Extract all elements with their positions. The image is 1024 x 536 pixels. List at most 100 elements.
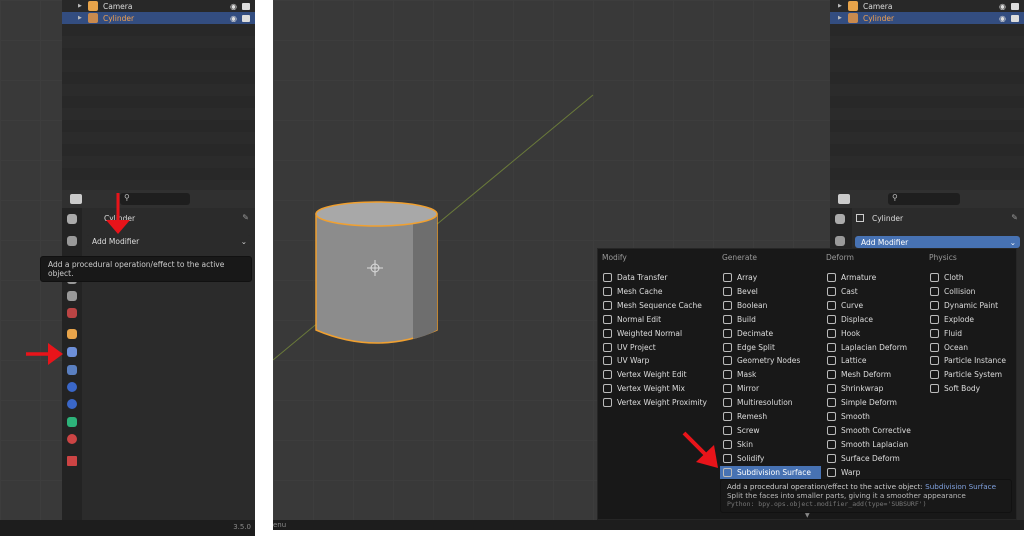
menu-item-weighted-normal[interactable]: Weighted Normal [600,327,682,340]
expand-icon[interactable]: ▶ [78,3,84,9]
menu-item-fluid[interactable]: Fluid [927,327,962,340]
object-icon[interactable] [67,329,77,339]
menu-item-label: Multiresolution [737,398,793,408]
menu-item-smooth-corrective[interactable]: Smooth Corrective [824,424,911,437]
menu-item-mask[interactable]: Mask [720,368,756,381]
menu-item-label: Decimate [737,328,774,338]
menu-item-mesh-deform[interactable]: Mesh Deform [824,368,891,381]
editor-type-icon[interactable] [838,194,850,204]
menu-item-decimate[interactable]: Decimate [720,327,773,340]
menu-item-vertex-weight-proximity[interactable]: Vertex Weight Proximity [600,396,707,409]
menu-item-uv-warp[interactable]: UV Warp [600,354,649,367]
menu-item-ocean[interactable]: Ocean [927,341,968,354]
menu-item-hook[interactable]: Hook [824,327,860,340]
menu-item-dynamic-paint[interactable]: Dynamic Paint [927,299,998,312]
eye-icon[interactable]: ◉ [999,2,1006,11]
expand-icon[interactable]: ▶ [78,15,84,21]
menu-item-displace[interactable]: Displace [824,313,873,326]
eye-icon[interactable]: ◉ [999,14,1006,23]
menu-item-uv-project[interactable]: UV Project [600,341,656,354]
menu-item-explode[interactable]: Explode [927,313,974,326]
menu-item-cloth[interactable]: Cloth [927,271,964,284]
outliner-item-cylinder[interactable]: ▶ Cylinder ◉ [62,12,255,24]
pin-icon[interactable]: ✎ [242,213,249,222]
view-layer-icon[interactable] [67,291,77,301]
search-field[interactable]: ⚲ [888,193,960,205]
menu-item-bevel[interactable]: Bevel [720,285,758,298]
menu-item-particle-system[interactable]: Particle System [927,368,1002,381]
render-tab-icon[interactable] [67,236,77,246]
menu-item-label: Vertex Weight Proximity [617,398,707,408]
particles-icon[interactable] [67,365,77,375]
menu-item-vertex-weight-edit[interactable]: Vertex Weight Edit [600,368,687,381]
outliner-item-cylinder[interactable]: ▶ Cylinder ◉ [830,12,1024,24]
outliner-item-camera[interactable]: ▶ Camera ◉ [830,0,1024,12]
menu-item-multiresolution[interactable]: Multiresolution [720,396,793,409]
tool-icon[interactable] [67,214,77,224]
menu-item-boolean[interactable]: Boolean [720,299,767,312]
menu-item-lattice[interactable]: Lattice [824,354,866,367]
menu-item-mesh-cache[interactable]: Mesh Cache [600,285,662,298]
tooltip-description: Split the faces into smaller parts, givi… [727,491,966,500]
menu-item-label: Mesh Deform [841,370,892,380]
menu-item-solidify[interactable]: Solidify [720,452,764,465]
modifier-icon [723,314,732,324]
physics-icon[interactable] [67,382,77,392]
menu-item-normal-edit[interactable]: Normal Edit [600,313,661,326]
render-icon[interactable] [1011,2,1019,10]
eye-icon[interactable]: ◉ [230,2,237,11]
menu-item-data-transfer[interactable]: Data Transfer [600,271,667,284]
add-modifier-label: Add Modifier [861,237,909,247]
menu-item-geometry-nodes[interactable]: Geometry Nodes [720,354,800,367]
menu-item-curve[interactable]: Curve [824,299,863,312]
wrench-modifier-icon[interactable] [67,347,77,357]
menu-item-mesh-sequence-cache[interactable]: Mesh Sequence Cache [600,299,702,312]
menu-item-edge-split[interactable]: Edge Split [720,341,775,354]
menu-item-label: Edge Split [737,342,775,352]
menu-item-laplacian-deform[interactable]: Laplacian Deform [824,341,907,354]
menu-item-screw[interactable]: Screw [720,424,760,437]
render-icon[interactable] [1011,14,1019,22]
menu-item-cast[interactable]: Cast [824,285,858,298]
world-icon[interactable] [67,308,77,318]
modifier-icon [930,314,939,324]
editor-type-icon[interactable] [70,194,82,204]
menu-item-array[interactable]: Array [720,271,757,284]
menu-item-build[interactable]: Build [720,313,756,326]
menu-item-simple-deform[interactable]: Simple Deform [824,396,897,409]
material-icon[interactable] [67,434,77,444]
menu-item-smooth[interactable]: Smooth [824,410,870,423]
expand-icon[interactable]: ▶ [838,3,844,9]
menu-item-skin[interactable]: Skin [720,438,753,451]
menu-item-warp[interactable]: Warp [824,466,860,479]
expand-icon[interactable]: ▶ [838,15,844,21]
tool-icon[interactable] [835,214,845,224]
add-modifier-button[interactable]: Add Modifier ⌄ [86,235,251,247]
scroll-down-icon[interactable]: ▼ [805,512,810,519]
menu-item-armature[interactable]: Armature [824,271,876,284]
constraints-icon[interactable] [67,399,77,409]
pin-icon[interactable]: ✎ [1011,213,1018,222]
eye-icon[interactable]: ◉ [230,14,237,23]
menu-item-subdivision-surface[interactable]: Subdivision Surface [720,465,821,479]
add-modifier-button[interactable]: Add Modifier ⌄ [855,236,1020,248]
outliner-item-camera[interactable]: ▶ Camera ◉ [62,0,255,12]
render-icon[interactable] [242,14,250,22]
menu-item-mirror[interactable]: Mirror [720,382,759,395]
mesh-data-icon[interactable] [67,417,77,427]
texture-icon[interactable] [67,456,77,466]
menu-item-smooth-laplacian[interactable]: Smooth Laplacian [824,438,908,451]
menu-item-shrinkwrap[interactable]: Shrinkwrap [824,382,883,395]
menu-item-label: Screw [737,425,760,435]
menu-item-remesh[interactable]: Remesh [720,410,767,423]
menu-item-label: Hook [841,328,861,338]
menu-item-label: Warp [841,467,861,477]
menu-item-particle-instance[interactable]: Particle Instance [927,354,1006,367]
menu-item-soft-body[interactable]: Soft Body [927,382,980,395]
menu-item-vertex-weight-mix[interactable]: Vertex Weight Mix [600,382,685,395]
menu-item-surface-deform[interactable]: Surface Deform [824,452,900,465]
menu-item-collision[interactable]: Collision [927,285,975,298]
render-tab-icon[interactable] [835,236,845,246]
render-icon[interactable] [242,2,250,10]
search-field[interactable]: ⚲ [120,193,190,205]
